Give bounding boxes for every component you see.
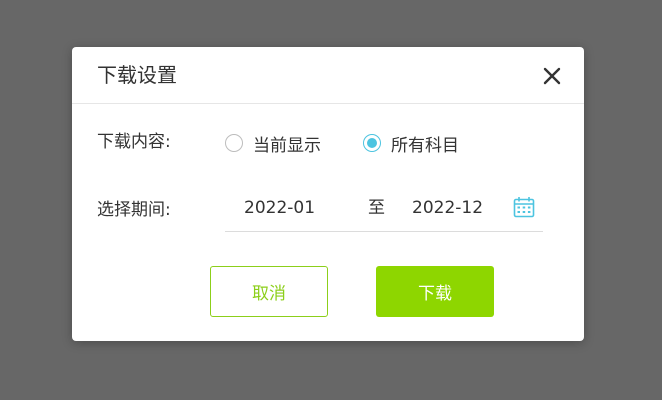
close-icon[interactable] <box>542 66 562 86</box>
calendar-icon[interactable] <box>512 195 536 219</box>
cancel-button[interactable]: 取消 <box>210 266 328 317</box>
radio-all-subjects[interactable]: 所有科目 <box>363 131 459 156</box>
period-label: 选择期间: <box>97 200 171 220</box>
download-button[interactable]: 下载 <box>376 266 494 317</box>
dialog-header: 下载设置 <box>72 47 584 104</box>
radio-circle-current[interactable] <box>225 134 243 152</box>
start-date[interactable]: 2022-01 <box>244 197 315 219</box>
dialog-title: 下载设置 <box>97 63 177 87</box>
date-range-picker[interactable]: 2022-01 至 2022-12 <box>225 193 543 232</box>
radio-circle-all[interactable] <box>363 134 381 152</box>
radio-label-all: 所有科目 <box>391 135 459 156</box>
radio-label-current: 当前显示 <box>253 135 321 156</box>
range-separator: 至 <box>368 198 385 218</box>
end-date[interactable]: 2022-12 <box>412 197 483 219</box>
radio-current-display[interactable]: 当前显示 <box>225 131 321 156</box>
download-settings-dialog: 下载设置 下载内容: 当前显示 所有科目 选择期间: 2022-01 至 202… <box>72 47 584 341</box>
content-label: 下载内容: <box>97 132 171 152</box>
